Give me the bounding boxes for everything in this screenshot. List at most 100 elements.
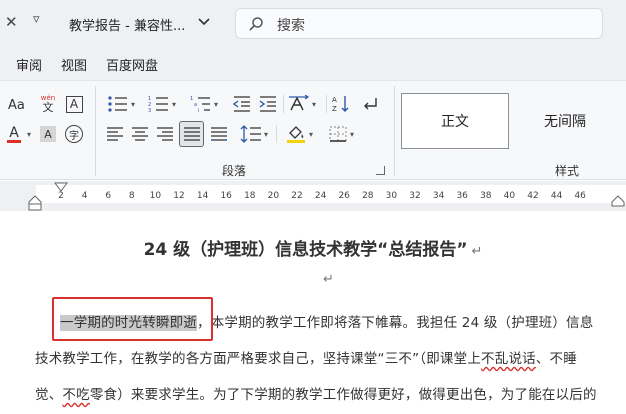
style-no-spacing[interactable]: 无间隔: [511, 93, 619, 149]
document-title[interactable]: 教学报告 - 兼容性...: [69, 15, 185, 34]
borders-button[interactable]: ▾: [323, 122, 359, 146]
ruler-tick-label: 14: [196, 191, 209, 201]
line-2-pre: 技术教学工作，在教学的各方面严格要求自己，坚持课堂“三不”（即课堂上: [35, 351, 482, 367]
increase-indent-icon: [259, 96, 276, 112]
document-page[interactable]: 24 级（护理班）信息技术教学“总结报告” ↵ ↵ 一学期的时光转瞬即逝，本学期的…: [0, 211, 626, 414]
ribbon-separator: [95, 86, 96, 176]
right-indent-marker[interactable]: [611, 195, 625, 207]
increase-indent-button[interactable]: [256, 92, 280, 116]
ruler-tick-label: 22: [291, 191, 303, 201]
multilevel-list-icon: 1ai: [190, 96, 210, 113]
ruler-tick-label: 36: [456, 191, 468, 201]
ruler-tick-label: 32: [409, 191, 421, 201]
left-indent-marker[interactable]: [28, 195, 42, 211]
ruler-tick-label: 20: [267, 191, 280, 201]
ruler-tick-label: 26: [338, 191, 350, 201]
ribbon-separator: [326, 95, 327, 113]
character-shading-button[interactable]: A: [38, 122, 58, 146]
align-left-icon: [107, 127, 123, 141]
ribbon-separator: [283, 95, 284, 113]
phonetic-guide-button[interactable]: wén 文: [37, 92, 59, 116]
paragraph-mark: ↵: [471, 244, 483, 259]
svg-text:1: 1: [190, 96, 193, 102]
sort-button[interactable]: AZ: [329, 92, 353, 116]
first-line-indent-marker[interactable]: [54, 182, 68, 194]
numbering-button[interactable]: 123 ▾: [144, 92, 180, 116]
menu-baidu-netdisk[interactable]: 百度网盘: [106, 55, 158, 74]
ruler-tick-label: 46: [574, 191, 586, 201]
style-normal[interactable]: 正文: [401, 93, 509, 149]
align-left-button[interactable]: [104, 122, 126, 146]
enclose-characters-icon: 字: [65, 125, 83, 143]
ribbon-separator: [276, 125, 277, 143]
align-right-button[interactable]: [154, 122, 176, 146]
shading-button[interactable]: ▾: [281, 122, 317, 146]
bullets-icon: [108, 96, 127, 112]
menu-bar: 审阅 视图 百度网盘: [0, 47, 626, 80]
svg-text:i: i: [198, 108, 199, 113]
empty-paragraph-mark: ↵: [323, 272, 334, 287]
line-2-wavy: 不乱说话: [481, 351, 536, 367]
ruler-tick-label: 4: [81, 191, 88, 201]
bullets-button[interactable]: ▾: [104, 92, 138, 116]
ruler-tick-label: 30: [385, 191, 398, 201]
ruler-tick-label: 12: [173, 191, 185, 201]
styles-group-label: 样式: [555, 164, 580, 178]
multilevel-list-button[interactable]: 1ai ▾: [186, 92, 222, 116]
search-box[interactable]: 搜索: [235, 8, 603, 39]
search-icon: [249, 17, 263, 31]
document-heading[interactable]: 24 级（护理班）信息技术教学“总结报告” ↵: [0, 235, 626, 260]
font-color-dropdown[interactable]: ▾: [24, 122, 32, 146]
quick-access-dropdown-icon[interactable]: ▿: [33, 12, 40, 27]
ruler-tick-label: 40: [503, 191, 516, 201]
svg-text:Z: Z: [332, 105, 337, 113]
ruler-tick-label: 18: [244, 191, 256, 201]
sort-icon: AZ: [332, 96, 349, 113]
font-color-swatch: [7, 139, 21, 143]
paragraph-dialog-launcher[interactable]: [376, 166, 385, 175]
selection-highlight-box: [52, 297, 213, 341]
phonetic-icon: 文: [42, 101, 54, 114]
ruler-tick-label: 16: [220, 191, 232, 201]
show-paragraph-marks-button[interactable]: [358, 92, 382, 116]
body-line-3[interactable]: 觉、不吃零食）来要求学生。为了下学期的教学工作做得更好，做得更出色，为了能在以后…: [35, 383, 615, 403]
justify-button[interactable]: [179, 121, 204, 147]
distributed-align-button[interactable]: [208, 122, 230, 146]
chevron-down-icon[interactable]: [197, 16, 211, 28]
svg-text:3: 3: [148, 108, 151, 113]
text-direction-button[interactable]: ▾: [285, 92, 319, 116]
character-border-button[interactable]: A: [64, 92, 84, 116]
svg-text:a: a: [194, 102, 197, 108]
title-bar: ✕ ▿ 教学报告 - 兼容性... 搜索: [0, 0, 626, 47]
horizontal-ruler[interactable]: 2 4 6 8 10 12 14 16 18 20 22 24 26 28 30 32 34 36 38 40 42 44…: [0, 181, 626, 211]
align-right-icon: [157, 127, 173, 141]
ruler-tick-label: 24: [314, 191, 327, 201]
svg-text:Aa: Aa: [8, 98, 25, 113]
enclose-characters-button[interactable]: 字: [63, 122, 85, 146]
menu-review[interactable]: 审阅: [16, 55, 42, 74]
change-case-icon: Aa: [8, 98, 25, 113]
align-center-button[interactable]: [129, 122, 151, 146]
borders-icon: [329, 126, 347, 142]
body-line-2[interactable]: 技术教学工作，在教学的各方面严格要求自己，坚持课堂“三不”（即课堂上不乱说话、不…: [35, 347, 615, 367]
ruler-tick-label: 6: [105, 191, 112, 201]
align-center-icon: [132, 127, 148, 141]
line-3-wavy: 不吃: [62, 387, 90, 403]
numbering-icon: 123: [148, 96, 168, 113]
line-2-post: 、不睡: [535, 351, 577, 367]
ruler-tick-label: 34: [432, 191, 445, 201]
paragraph-mark-icon: [364, 98, 377, 110]
ruler-tick-label: 28: [362, 191, 374, 201]
character-border-icon: A: [65, 95, 83, 113]
decrease-indent-button[interactable]: [230, 92, 254, 116]
decrease-indent-icon: [232, 96, 250, 112]
heading-text: 24 级（护理班）信息技术教学“总结报告”: [143, 240, 468, 260]
close-icon[interactable]: ✕: [5, 13, 18, 31]
text-direction-icon: [288, 95, 310, 111]
line-1-rest: ，本学期的教学工作即将落下帷幕。我担任 24 级（护理班）信息: [197, 315, 594, 331]
menu-view[interactable]: 视图: [61, 55, 87, 74]
font-color-button[interactable]: A: [2, 122, 26, 146]
line-spacing-button[interactable]: ▾: [236, 122, 272, 146]
change-case-button[interactable]: Aa: [4, 92, 32, 116]
justify-icon: [183, 127, 200, 141]
